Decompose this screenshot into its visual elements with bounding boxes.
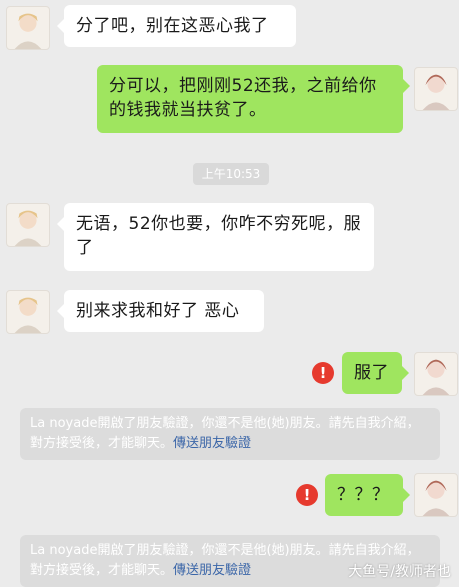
incoming-message-bubble[interactable]: 分了吧，别在这恶心我了 — [57, 5, 296, 47]
message-text: 服了 — [354, 363, 389, 383]
outgoing-message-bubble[interactable]: 分可以，把刚刚52还我，之前给你的钱我就当扶贫了。 — [97, 65, 410, 133]
send-failed-icon[interactable]: ! — [312, 362, 334, 384]
friend-verification-notice: La noyade開啟了朋友驗證，你還不是他(她)朋友。請先自我介紹，對方接受後… — [20, 408, 440, 460]
send-friend-verification-link[interactable]: 傳送朋友驗證 — [173, 436, 251, 451]
outgoing-message-bubble[interactable]: 服了 — [342, 352, 409, 394]
message-text: 别来求我和好了 恶心 — [76, 301, 240, 321]
contact-avatar[interactable] — [6, 290, 50, 334]
contact-avatar[interactable] — [6, 6, 50, 50]
user-avatar[interactable] — [414, 67, 458, 111]
timestamp-label: 上午10:53 — [193, 163, 269, 185]
incoming-message-bubble[interactable]: 无语，52你也要，你咋不穷死呢，服了 — [57, 203, 374, 271]
send-friend-verification-link[interactable]: 傳送朋友驗證 — [173, 563, 251, 578]
message-text: 分了吧，别在这恶心我了 — [76, 16, 269, 36]
user-avatar[interactable] — [414, 473, 458, 517]
outgoing-message-bubble[interactable]: ？？？ — [325, 474, 410, 516]
watermark: 大鱼号/教师者也 — [348, 564, 451, 580]
send-failed-icon[interactable]: ! — [296, 484, 318, 506]
user-avatar[interactable] — [414, 352, 458, 396]
incoming-message-bubble[interactable]: 别来求我和好了 恶心 — [57, 290, 264, 332]
message-text: ？？？ — [337, 485, 390, 505]
message-text: 无语，52你也要，你咋不穷死呢，服了 — [76, 214, 362, 258]
contact-avatar[interactable] — [6, 203, 50, 247]
message-text: 分可以，把刚刚52还我，之前给你的钱我就当扶贫了。 — [109, 76, 377, 120]
